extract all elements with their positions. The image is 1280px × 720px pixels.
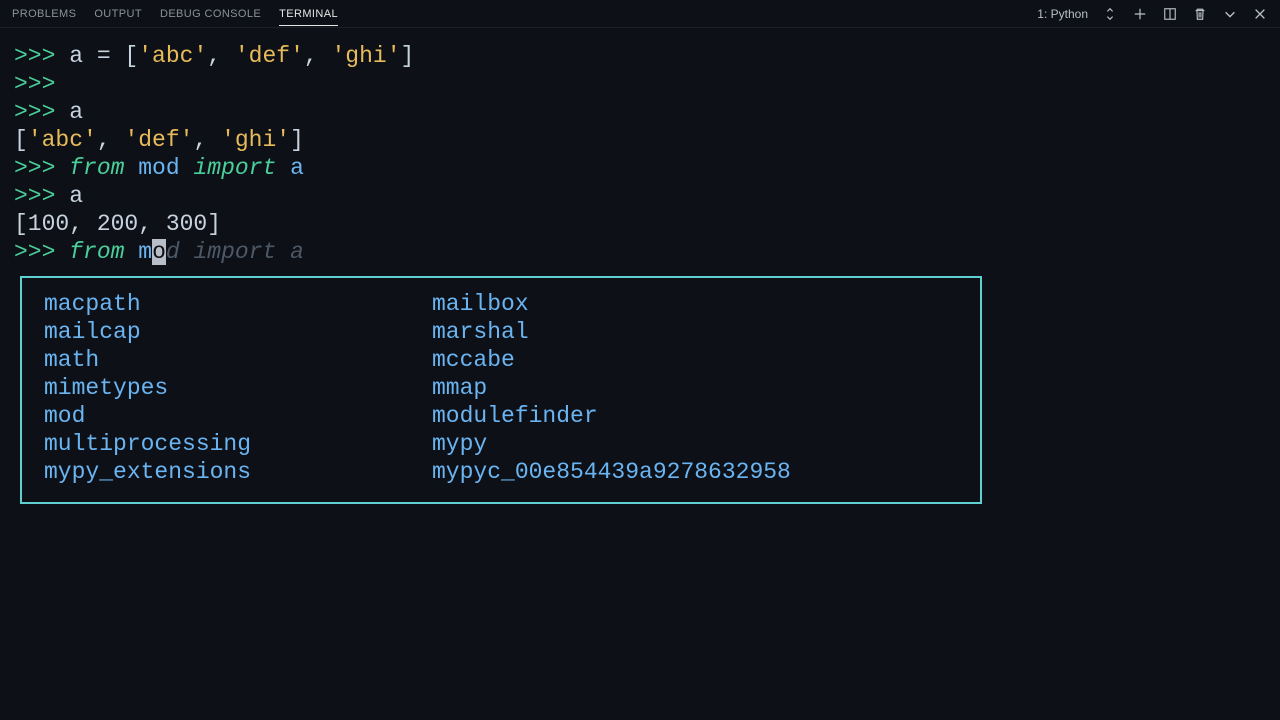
terminal-cursor: o <box>152 239 166 265</box>
autocomplete-item[interactable]: mypy <box>432 430 487 458</box>
autocomplete-item[interactable]: math <box>44 346 432 374</box>
terminal-switch-icon[interactable] <box>1102 6 1118 22</box>
autocomplete-item[interactable]: marshal <box>432 318 529 346</box>
kill-terminal-icon[interactable] <box>1192 6 1208 22</box>
autocomplete-row: mod modulefinder <box>44 402 958 430</box>
ghost-text: d import a <box>166 239 304 265</box>
repl-prompt: >>> <box>14 239 69 265</box>
autocomplete-item[interactable]: multiprocessing <box>44 430 432 458</box>
autocomplete-item[interactable]: mccabe <box>432 346 515 374</box>
terminal-line: >>> from mod import a <box>14 238 1266 266</box>
autocomplete-item[interactable]: mailbox <box>432 290 529 318</box>
terminal-line: [100, 200, 300] <box>14 210 1266 238</box>
close-panel-icon[interactable] <box>1252 6 1268 22</box>
tab-terminal[interactable]: TERMINAL <box>279 2 338 26</box>
terminal-line: >>> a <box>14 98 1266 126</box>
panel-tabs: PROBLEMS OUTPUT DEBUG CONSOLE TERMINAL <box>12 2 1037 26</box>
autocomplete-row: macpath mailbox <box>44 290 958 318</box>
autocomplete-row: mailcap marshal <box>44 318 958 346</box>
tab-problems[interactable]: PROBLEMS <box>12 2 76 26</box>
autocomplete-item[interactable]: mypy_extensions <box>44 458 432 486</box>
terminal-selector-label: 1: Python <box>1037 7 1088 21</box>
repl-prompt: >>> <box>14 155 69 181</box>
tab-debug-console[interactable]: DEBUG CONSOLE <box>160 2 261 26</box>
autocomplete-item[interactable]: modulefinder <box>432 402 598 430</box>
chevron-down-icon[interactable] <box>1222 6 1238 22</box>
terminal-selector[interactable]: 1: Python <box>1037 7 1088 21</box>
autocomplete-row: mypy_extensions mypyc_00e854439a92786329… <box>44 458 958 486</box>
terminal-line: ['abc', 'def', 'ghi'] <box>14 126 1266 154</box>
repl-prompt: >>> <box>14 99 69 125</box>
panel-right-controls: 1: Python <box>1037 6 1268 22</box>
autocomplete-item[interactable]: mailcap <box>44 318 432 346</box>
new-terminal-icon[interactable] <box>1132 6 1148 22</box>
autocomplete-item[interactable]: mmap <box>432 374 487 402</box>
autocomplete-item[interactable]: mypyc_00e854439a9278632958 <box>432 458 791 486</box>
repl-prompt: >>> <box>14 43 69 69</box>
autocomplete-row: math mccabe <box>44 346 958 374</box>
autocomplete-item[interactable]: macpath <box>44 290 432 318</box>
split-terminal-icon[interactable] <box>1162 6 1178 22</box>
repl-prompt: >>> <box>14 71 55 97</box>
autocomplete-row: multiprocessing mypy <box>44 430 958 458</box>
terminal-content[interactable]: >>> a = ['abc', 'def', 'ghi'] >>> >>> a … <box>0 28 1280 518</box>
autocomplete-item[interactable]: mod <box>44 402 432 430</box>
terminal-line: >>> from mod import a <box>14 154 1266 182</box>
terminal-line: >>> a = ['abc', 'def', 'ghi'] <box>14 42 1266 70</box>
tab-output[interactable]: OUTPUT <box>94 2 142 26</box>
repl-prompt: >>> <box>14 183 69 209</box>
terminal-line: >>> a <box>14 182 1266 210</box>
autocomplete-popup[interactable]: macpath mailbox mailcap marshal math mcc… <box>20 276 982 504</box>
autocomplete-item[interactable]: mimetypes <box>44 374 432 402</box>
terminal-line: >>> <box>14 70 1266 98</box>
autocomplete-row: mimetypes mmap <box>44 374 958 402</box>
panel-header: PROBLEMS OUTPUT DEBUG CONSOLE TERMINAL 1… <box>0 0 1280 28</box>
